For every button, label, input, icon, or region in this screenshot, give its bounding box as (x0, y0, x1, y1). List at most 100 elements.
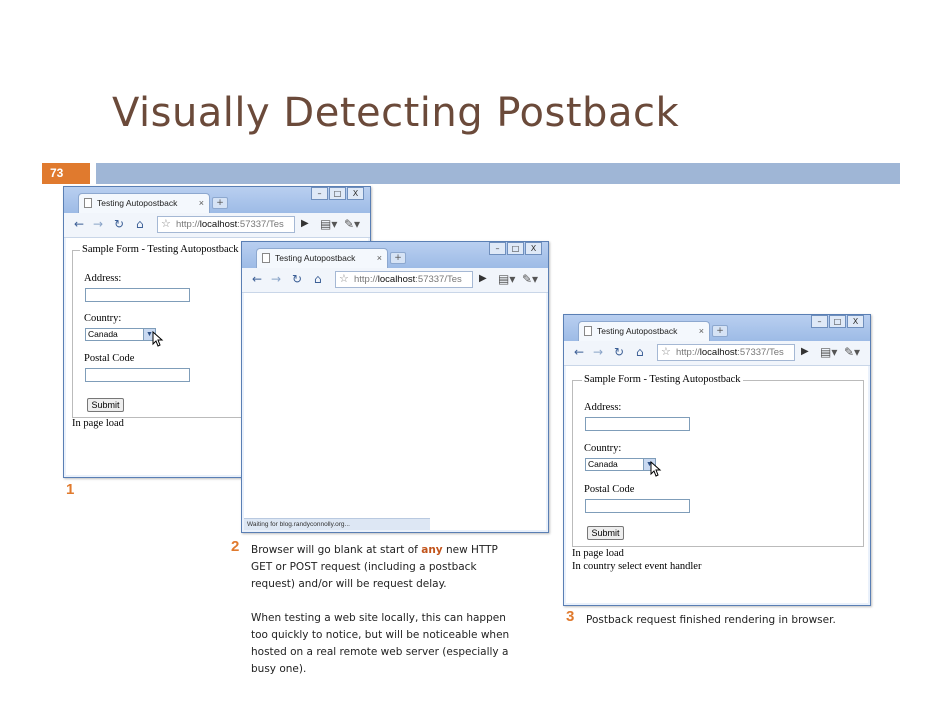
url-prefix: http:// (176, 219, 200, 230)
maximize-button[interactable]: □ (829, 315, 846, 328)
caption-line: hosted on a real remote web server (espe… (251, 646, 509, 658)
close-button[interactable]: X (525, 242, 542, 255)
page-log-line: In page load (572, 548, 624, 559)
page-icon (84, 198, 92, 208)
new-tab-button[interactable]: + (712, 325, 728, 337)
caption-line: Browser will go blank at start of any ne… (251, 542, 541, 559)
country-select[interactable]: Canada ▼ (85, 328, 156, 341)
browser-toolbar: ← → ↻ ⌂ ☆ http://localhost:57337/Tes ▶ ▤… (64, 213, 370, 238)
new-tab-button[interactable]: + (212, 197, 228, 209)
forward-icon[interactable]: → (593, 345, 603, 359)
browser-tab[interactable]: Testing Autopostback × (256, 248, 388, 268)
new-tab-button[interactable]: + (390, 252, 406, 264)
reload-icon[interactable]: ↻ (292, 272, 302, 286)
back-icon[interactable]: ← (74, 217, 84, 231)
url-suffix: :57337/Tes (737, 347, 784, 358)
wrench-icon[interactable]: ✎▾ (844, 345, 860, 359)
close-button[interactable]: X (347, 187, 364, 200)
back-icon[interactable]: ← (252, 272, 262, 286)
country-value: Canada (88, 329, 118, 339)
address-bar[interactable]: ☆ http://localhost:57337/Tes (657, 344, 795, 361)
step-number-3: 3 (566, 608, 575, 625)
page-menu-icon[interactable]: ▤▾ (498, 272, 515, 286)
star-icon[interactable]: ☆ (339, 272, 349, 287)
page-icon (584, 326, 592, 336)
submit-button[interactable]: Submit (87, 398, 124, 412)
url-host: localhost (699, 347, 738, 358)
reload-icon[interactable]: ↻ (114, 217, 124, 231)
url-suffix: :57337/Tes (237, 219, 284, 230)
caption-line: GET or POST request (including a postbac… (251, 561, 477, 573)
address-input[interactable] (585, 417, 690, 431)
address-bar[interactable]: ☆ http://localhost:57337/Tes (335, 271, 473, 288)
form-legend: Sample Form - Testing Autopostback (582, 374, 743, 385)
slide-number: 73 (42, 163, 90, 184)
country-label: Country: (584, 443, 622, 454)
star-icon[interactable]: ☆ (161, 217, 171, 232)
go-icon[interactable]: ▶ (301, 217, 309, 231)
caption-line: request) and/or will be request delay. (251, 578, 447, 590)
url-suffix: :57337/Tes (415, 274, 462, 285)
home-icon[interactable]: ⌂ (314, 272, 322, 286)
submit-button[interactable]: Submit (587, 526, 624, 540)
step-number-2: 2 (231, 538, 240, 555)
tab-close-icon[interactable]: × (699, 322, 704, 340)
caption-line: When testing a web site locally, this ca… (251, 612, 506, 624)
tab-title: Testing Autopostback (597, 326, 678, 336)
tab-strip: Testing Autopostback × + – □ X (242, 242, 548, 268)
country-select[interactable]: Canada ▼ (585, 458, 656, 471)
tab-strip: Testing Autopostback × + – □ X (564, 315, 870, 341)
browser-window-2: Testing Autopostback × + – □ X ← → ↻ ⌂ ☆… (241, 241, 549, 533)
wrench-icon[interactable]: ✎▾ (344, 217, 360, 231)
browser-tab[interactable]: Testing Autopostback × (78, 193, 210, 213)
postal-code-input[interactable] (585, 499, 690, 513)
maximize-button[interactable]: □ (329, 187, 346, 200)
home-icon[interactable]: ⌂ (636, 345, 644, 359)
forward-icon[interactable]: → (93, 217, 103, 231)
tab-close-icon[interactable]: × (199, 194, 204, 212)
slide-header-bar (96, 163, 900, 184)
postal-code-label: Postal Code (584, 484, 635, 495)
address-bar[interactable]: ☆ http://localhost:57337/Tes (157, 216, 295, 233)
country-label: Country: (84, 313, 122, 324)
minimize-button[interactable]: – (489, 242, 506, 255)
minimize-button[interactable]: – (311, 187, 328, 200)
postal-code-label: Postal Code (84, 353, 135, 364)
wrench-icon[interactable]: ✎▾ (522, 272, 538, 286)
reload-icon[interactable]: ↻ (614, 345, 624, 359)
minimize-button[interactable]: – (811, 315, 828, 328)
page-menu-icon[interactable]: ▤▾ (820, 345, 837, 359)
address-label: Address: (584, 402, 622, 413)
page-content: Sample Form - Testing Autopostback Addre… (566, 366, 868, 603)
browser-tab[interactable]: Testing Autopostback × (578, 321, 710, 341)
step-3-caption: Postback request finished rendering in b… (586, 614, 836, 626)
window-controls: – □ X (810, 315, 864, 329)
window-controls: – □ X (488, 242, 542, 256)
caption-line: too quickly to notice, but will be notic… (251, 629, 510, 641)
tab-title: Testing Autopostback (275, 253, 356, 263)
page-menu-icon[interactable]: ▤▾ (320, 217, 337, 231)
go-icon[interactable]: ▶ (801, 345, 809, 359)
close-button[interactable]: X (847, 315, 864, 328)
address-input[interactable] (85, 288, 190, 302)
url-prefix: http:// (676, 347, 700, 358)
maximize-button[interactable]: □ (507, 242, 524, 255)
url-host: localhost (377, 274, 416, 285)
url-prefix: http:// (354, 274, 378, 285)
mouse-cursor-icon (650, 461, 662, 477)
caption-text: new HTTP (442, 544, 498, 556)
star-icon[interactable]: ☆ (661, 345, 671, 360)
mouse-cursor-icon (152, 331, 164, 347)
tab-close-icon[interactable]: × (377, 249, 382, 267)
url-host: localhost (199, 219, 238, 230)
page-log-line: In page load (72, 418, 124, 429)
forward-icon[interactable]: → (271, 272, 281, 286)
go-icon[interactable]: ▶ (479, 272, 487, 286)
tab-title: Testing Autopostback (97, 198, 178, 208)
postal-code-input[interactable] (85, 368, 190, 382)
page-content-blank: Waiting for blog.randyconnolly.org... (244, 293, 546, 530)
address-label: Address: (84, 273, 122, 284)
browser-toolbar: ← → ↻ ⌂ ☆ http://localhost:57337/Tes ▶ ▤… (242, 268, 548, 293)
home-icon[interactable]: ⌂ (136, 217, 144, 231)
back-icon[interactable]: ← (574, 345, 584, 359)
